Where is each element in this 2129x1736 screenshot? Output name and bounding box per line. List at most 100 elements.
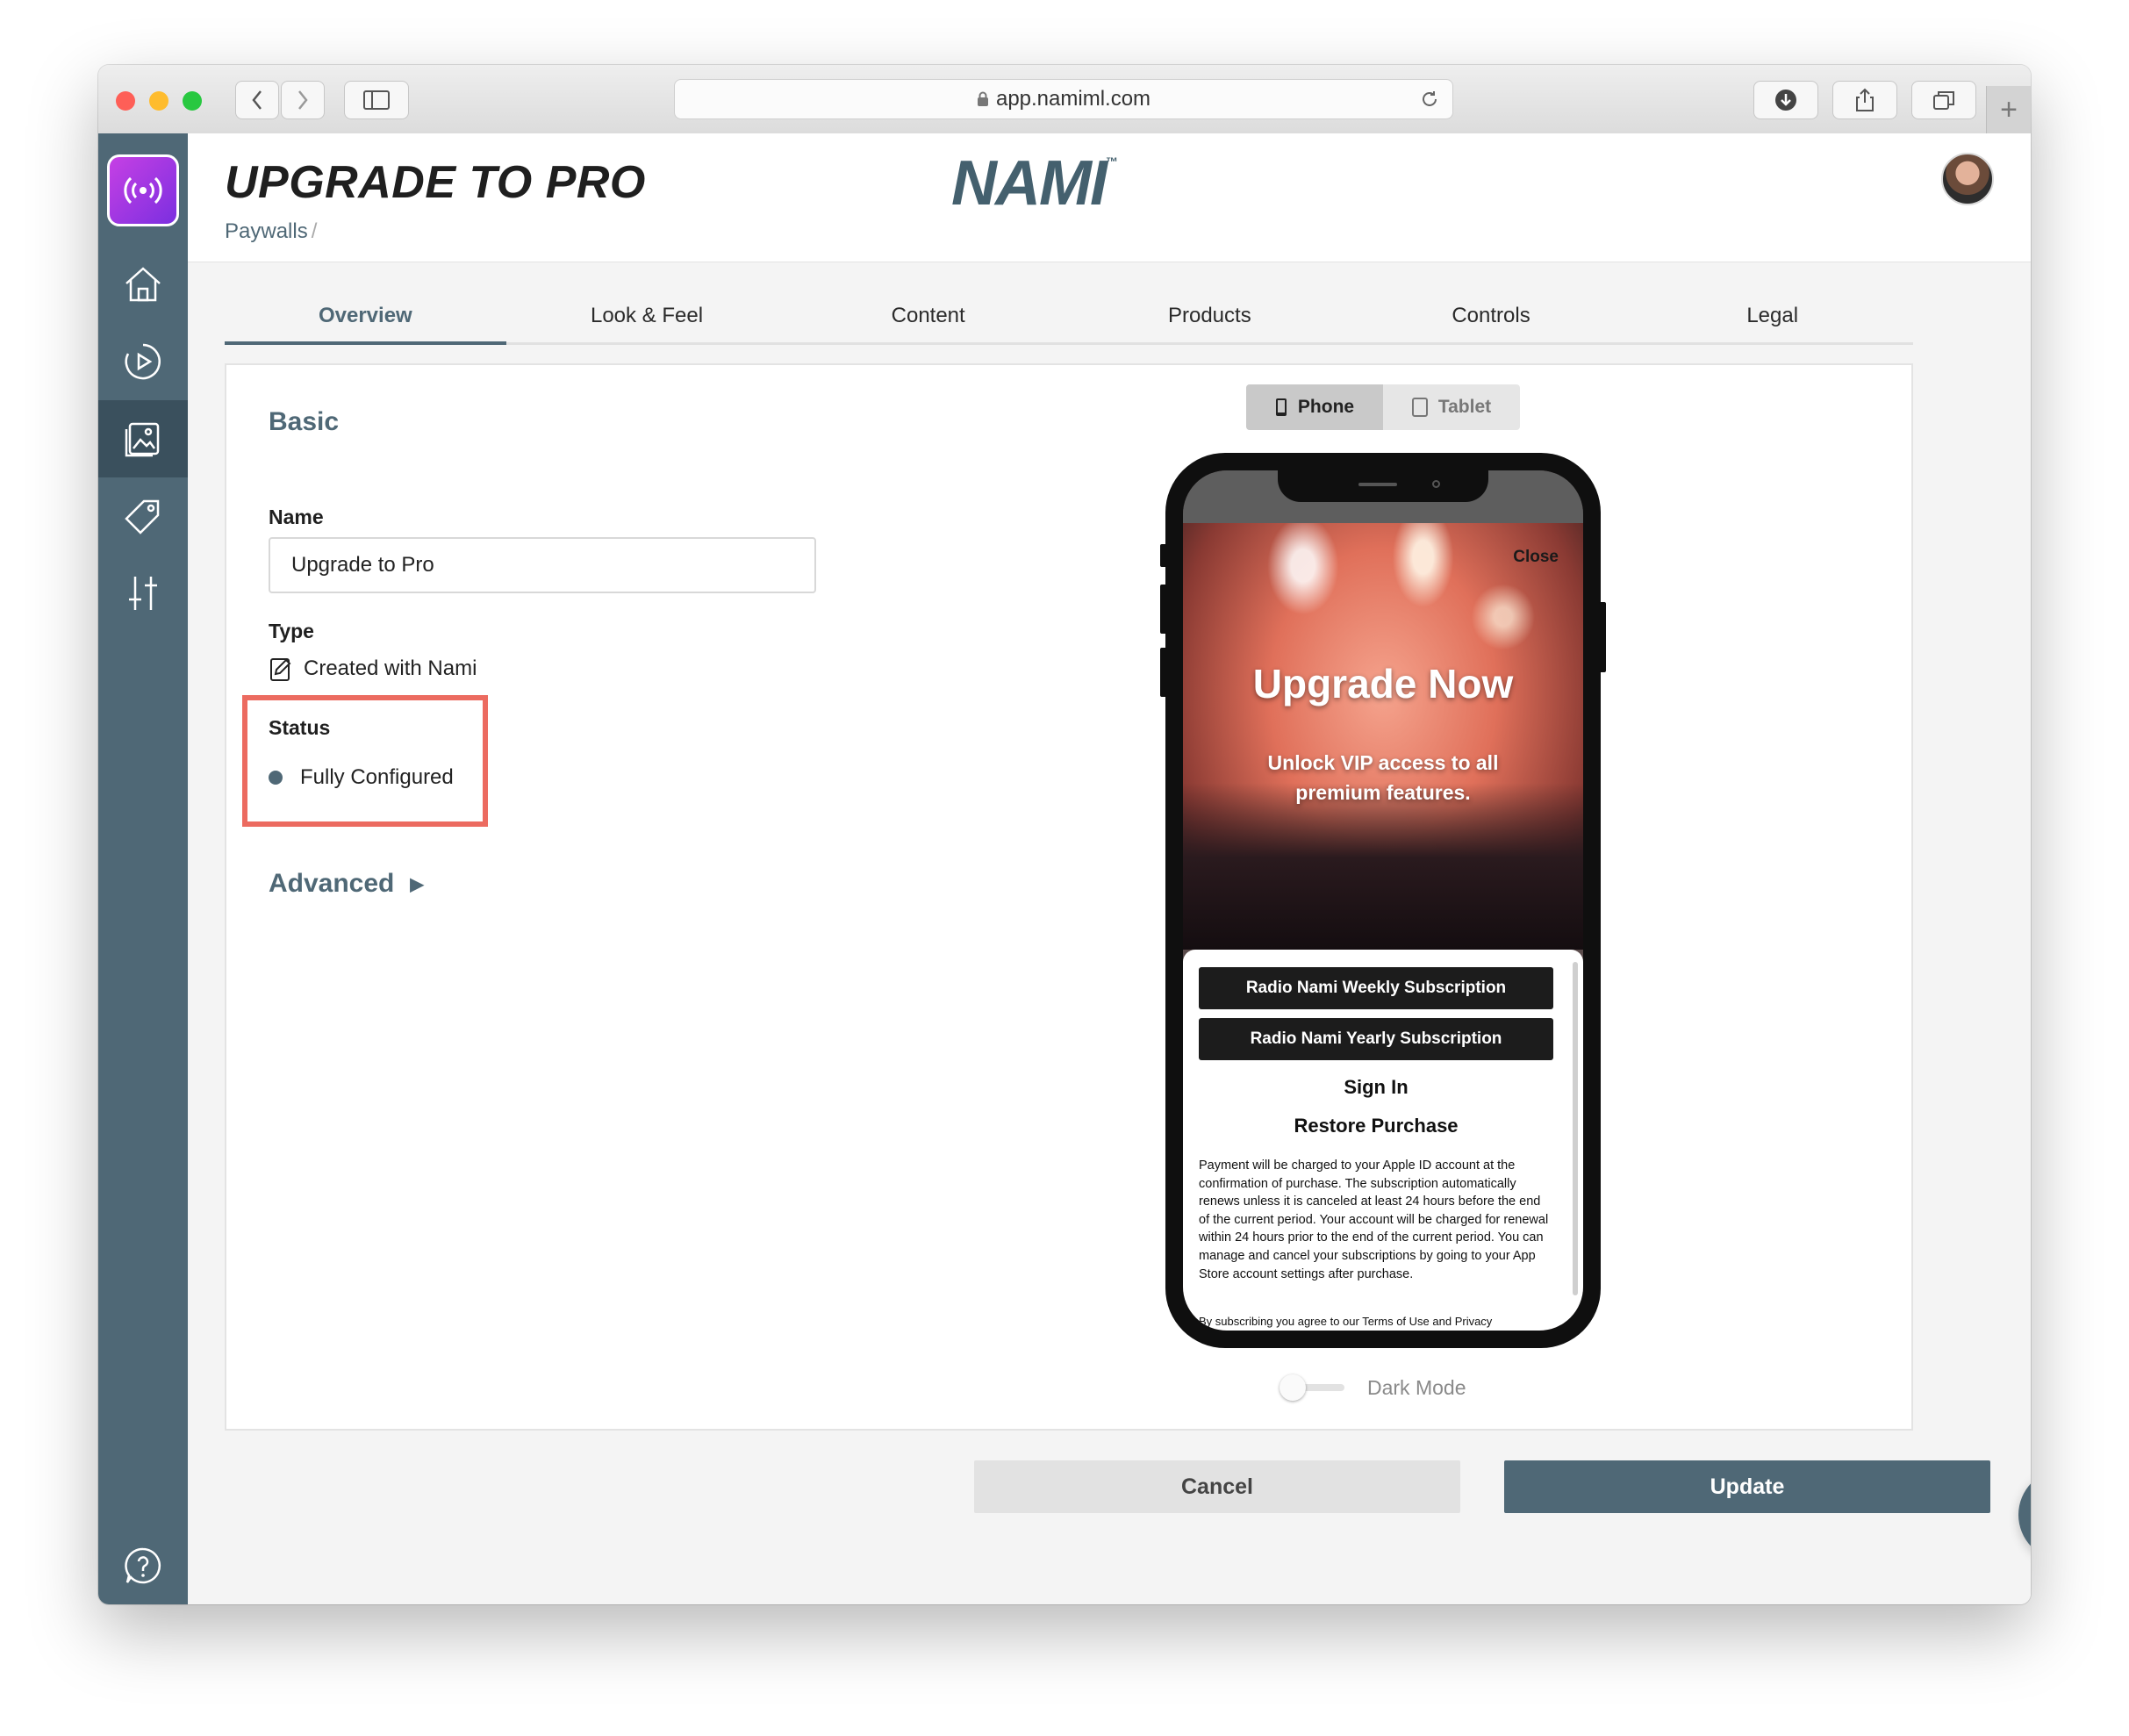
forward-button[interactable] xyxy=(281,81,325,119)
address-bar[interactable]: app.namiml.com xyxy=(674,79,1453,119)
reload-icon[interactable] xyxy=(1419,89,1440,110)
browser-window: app.namiml.com + UPGRADE TO PRO Paywalls… xyxy=(98,65,2031,1604)
sidebar-item-home[interactable] xyxy=(98,246,188,323)
broadcast-icon xyxy=(124,176,162,204)
paywall-close-button[interactable]: Close xyxy=(1513,548,1559,567)
minimize-window-button[interactable] xyxy=(149,91,168,111)
status-highlight-box xyxy=(242,695,488,827)
tab-content[interactable]: Content xyxy=(787,290,1069,342)
type-value-text: Created with Nami xyxy=(304,656,477,680)
crowd-silhouette xyxy=(1183,783,1583,950)
phone-mute-switch xyxy=(1160,544,1167,567)
chevron-right-icon xyxy=(298,90,308,110)
nami-logo: NAMI™ xyxy=(951,147,1118,219)
phone-notch xyxy=(1278,470,1488,502)
phone-option[interactable]: Phone xyxy=(1246,384,1383,430)
tag-icon xyxy=(125,499,160,534)
paywall-image-icon xyxy=(125,422,160,457)
url-text: app.namiml.com xyxy=(995,87,1151,111)
sidebar-icon xyxy=(363,90,390,110)
dark-mode-toggle[interactable]: Dark Mode xyxy=(1280,1374,1466,1401)
tab-bar: Overview Look & Feel Content Products Co… xyxy=(225,290,1913,345)
download-icon xyxy=(1775,90,1796,111)
close-window-button[interactable] xyxy=(116,91,135,111)
name-field[interactable] xyxy=(269,537,816,593)
tablet-option-label: Tablet xyxy=(1437,397,1492,417)
update-button[interactable]: Update xyxy=(1504,1460,1990,1513)
tab-look-and-feel[interactable]: Look & Feel xyxy=(506,290,788,342)
name-label: Name xyxy=(269,506,324,528)
phone-volume-down xyxy=(1160,648,1167,697)
caret-right-icon: ▶ xyxy=(410,874,424,894)
paywall-headline: Upgrade Now xyxy=(1252,661,1514,707)
status-value-text: Fully Configured xyxy=(300,765,454,789)
page-title: UPGRADE TO PRO xyxy=(225,157,646,208)
paywall-hero-image: Close Upgrade Now Unlock VIP access to a… xyxy=(1183,523,1583,950)
advanced-toggle[interactable]: Advanced ▶ xyxy=(269,869,424,899)
paywall-terms-text: By subscribing you agree to our Terms of… xyxy=(1199,1315,1493,1328)
tablet-icon xyxy=(1411,398,1428,417)
paywall-purchase-sheet: Radio Nami Weekly Subscription Radio Nam… xyxy=(1183,950,1583,1331)
tab-legal[interactable]: Legal xyxy=(1631,290,1913,342)
status-dot-icon xyxy=(269,771,283,785)
browser-toolbar: app.namiml.com + xyxy=(98,65,2031,134)
yearly-subscription-button[interactable]: Radio Nami Yearly Subscription xyxy=(1199,1018,1553,1060)
sign-in-link[interactable]: Sign In xyxy=(1183,1076,1569,1099)
phone-preview: Close Upgrade Now Unlock VIP access to a… xyxy=(1160,453,1606,1348)
phone-volume-up xyxy=(1160,585,1167,634)
weekly-subscription-button[interactable]: Radio Nami Weekly Subscription xyxy=(1199,967,1553,1009)
sheet-scrollbar[interactable] xyxy=(1573,962,1578,1295)
lock-icon xyxy=(977,91,988,106)
tab-overview[interactable]: Overview xyxy=(225,290,506,345)
brand-text: NAMI xyxy=(951,148,1108,219)
dark-mode-switch[interactable] xyxy=(1280,1374,1350,1401)
status-value: Fully Configured xyxy=(269,765,454,790)
advanced-label: Advanced xyxy=(269,869,395,898)
back-button[interactable] xyxy=(235,81,279,119)
sidebar-item-controls[interactable] xyxy=(98,555,188,632)
sidebar-item-help[interactable] xyxy=(98,1527,188,1604)
share-icon xyxy=(1856,88,1874,111)
tablet-option[interactable]: Tablet xyxy=(1383,384,1520,430)
downloads-button[interactable] xyxy=(1753,81,1818,119)
app-logo[interactable] xyxy=(107,154,179,226)
phone-option-label: Phone xyxy=(1297,397,1355,417)
phone-screen: Close Upgrade Now Unlock VIP access to a… xyxy=(1183,470,1583,1331)
breadcrumb-separator: / xyxy=(311,219,318,243)
breadcrumb-paywalls[interactable]: Paywalls xyxy=(225,219,308,243)
chevron-left-icon xyxy=(252,90,262,110)
share-button[interactable] xyxy=(1832,81,1897,119)
dark-mode-label: Dark Mode xyxy=(1367,1375,1466,1399)
tab-products[interactable]: Products xyxy=(1069,290,1351,342)
paywall-edit-icon xyxy=(270,658,291,681)
breadcrumb: Paywalls / xyxy=(225,219,317,244)
paywall-subhead: Unlock VIP access to all premium feature… xyxy=(1267,751,1499,804)
avatar[interactable] xyxy=(1941,153,1994,205)
sidebar-item-products[interactable] xyxy=(98,477,188,555)
phone-power-button xyxy=(1599,602,1606,672)
phone-icon xyxy=(1275,398,1287,416)
main-content: UPGRADE TO PRO Paywalls / NAMI™ Overview … xyxy=(188,133,2031,1604)
overview-card: Basic Name Type Created with Nami Status… xyxy=(225,363,1913,1431)
sidebar xyxy=(98,133,188,1604)
type-value: Created with Nami xyxy=(269,655,477,683)
sidebar-item-analytics[interactable] xyxy=(98,323,188,400)
help-icon xyxy=(125,1547,161,1584)
paywall-legal-text: Payment will be charged to your Apple ID… xyxy=(1199,1159,1549,1281)
new-tab-button[interactable]: + xyxy=(1986,86,2031,133)
home-icon xyxy=(125,267,161,302)
sliders-icon xyxy=(129,577,157,610)
sidebar-toggle-button[interactable] xyxy=(344,81,409,119)
chat-support-button[interactable] xyxy=(2018,1469,2031,1560)
tabs-icon xyxy=(1933,91,1954,110)
zoom-window-button[interactable] xyxy=(183,91,202,111)
play-history-icon xyxy=(125,343,161,380)
cancel-button[interactable]: Cancel xyxy=(974,1460,1460,1513)
restore-purchase-link[interactable]: Restore Purchase xyxy=(1183,1115,1569,1137)
section-title-basic: Basic xyxy=(269,407,340,436)
tabs-overview-button[interactable] xyxy=(1911,81,1976,119)
status-label: Status xyxy=(269,716,331,739)
tab-controls[interactable]: Controls xyxy=(1351,290,1632,342)
sidebar-item-paywalls[interactable] xyxy=(98,400,188,477)
device-toggle: Phone Tablet xyxy=(1246,384,1520,430)
